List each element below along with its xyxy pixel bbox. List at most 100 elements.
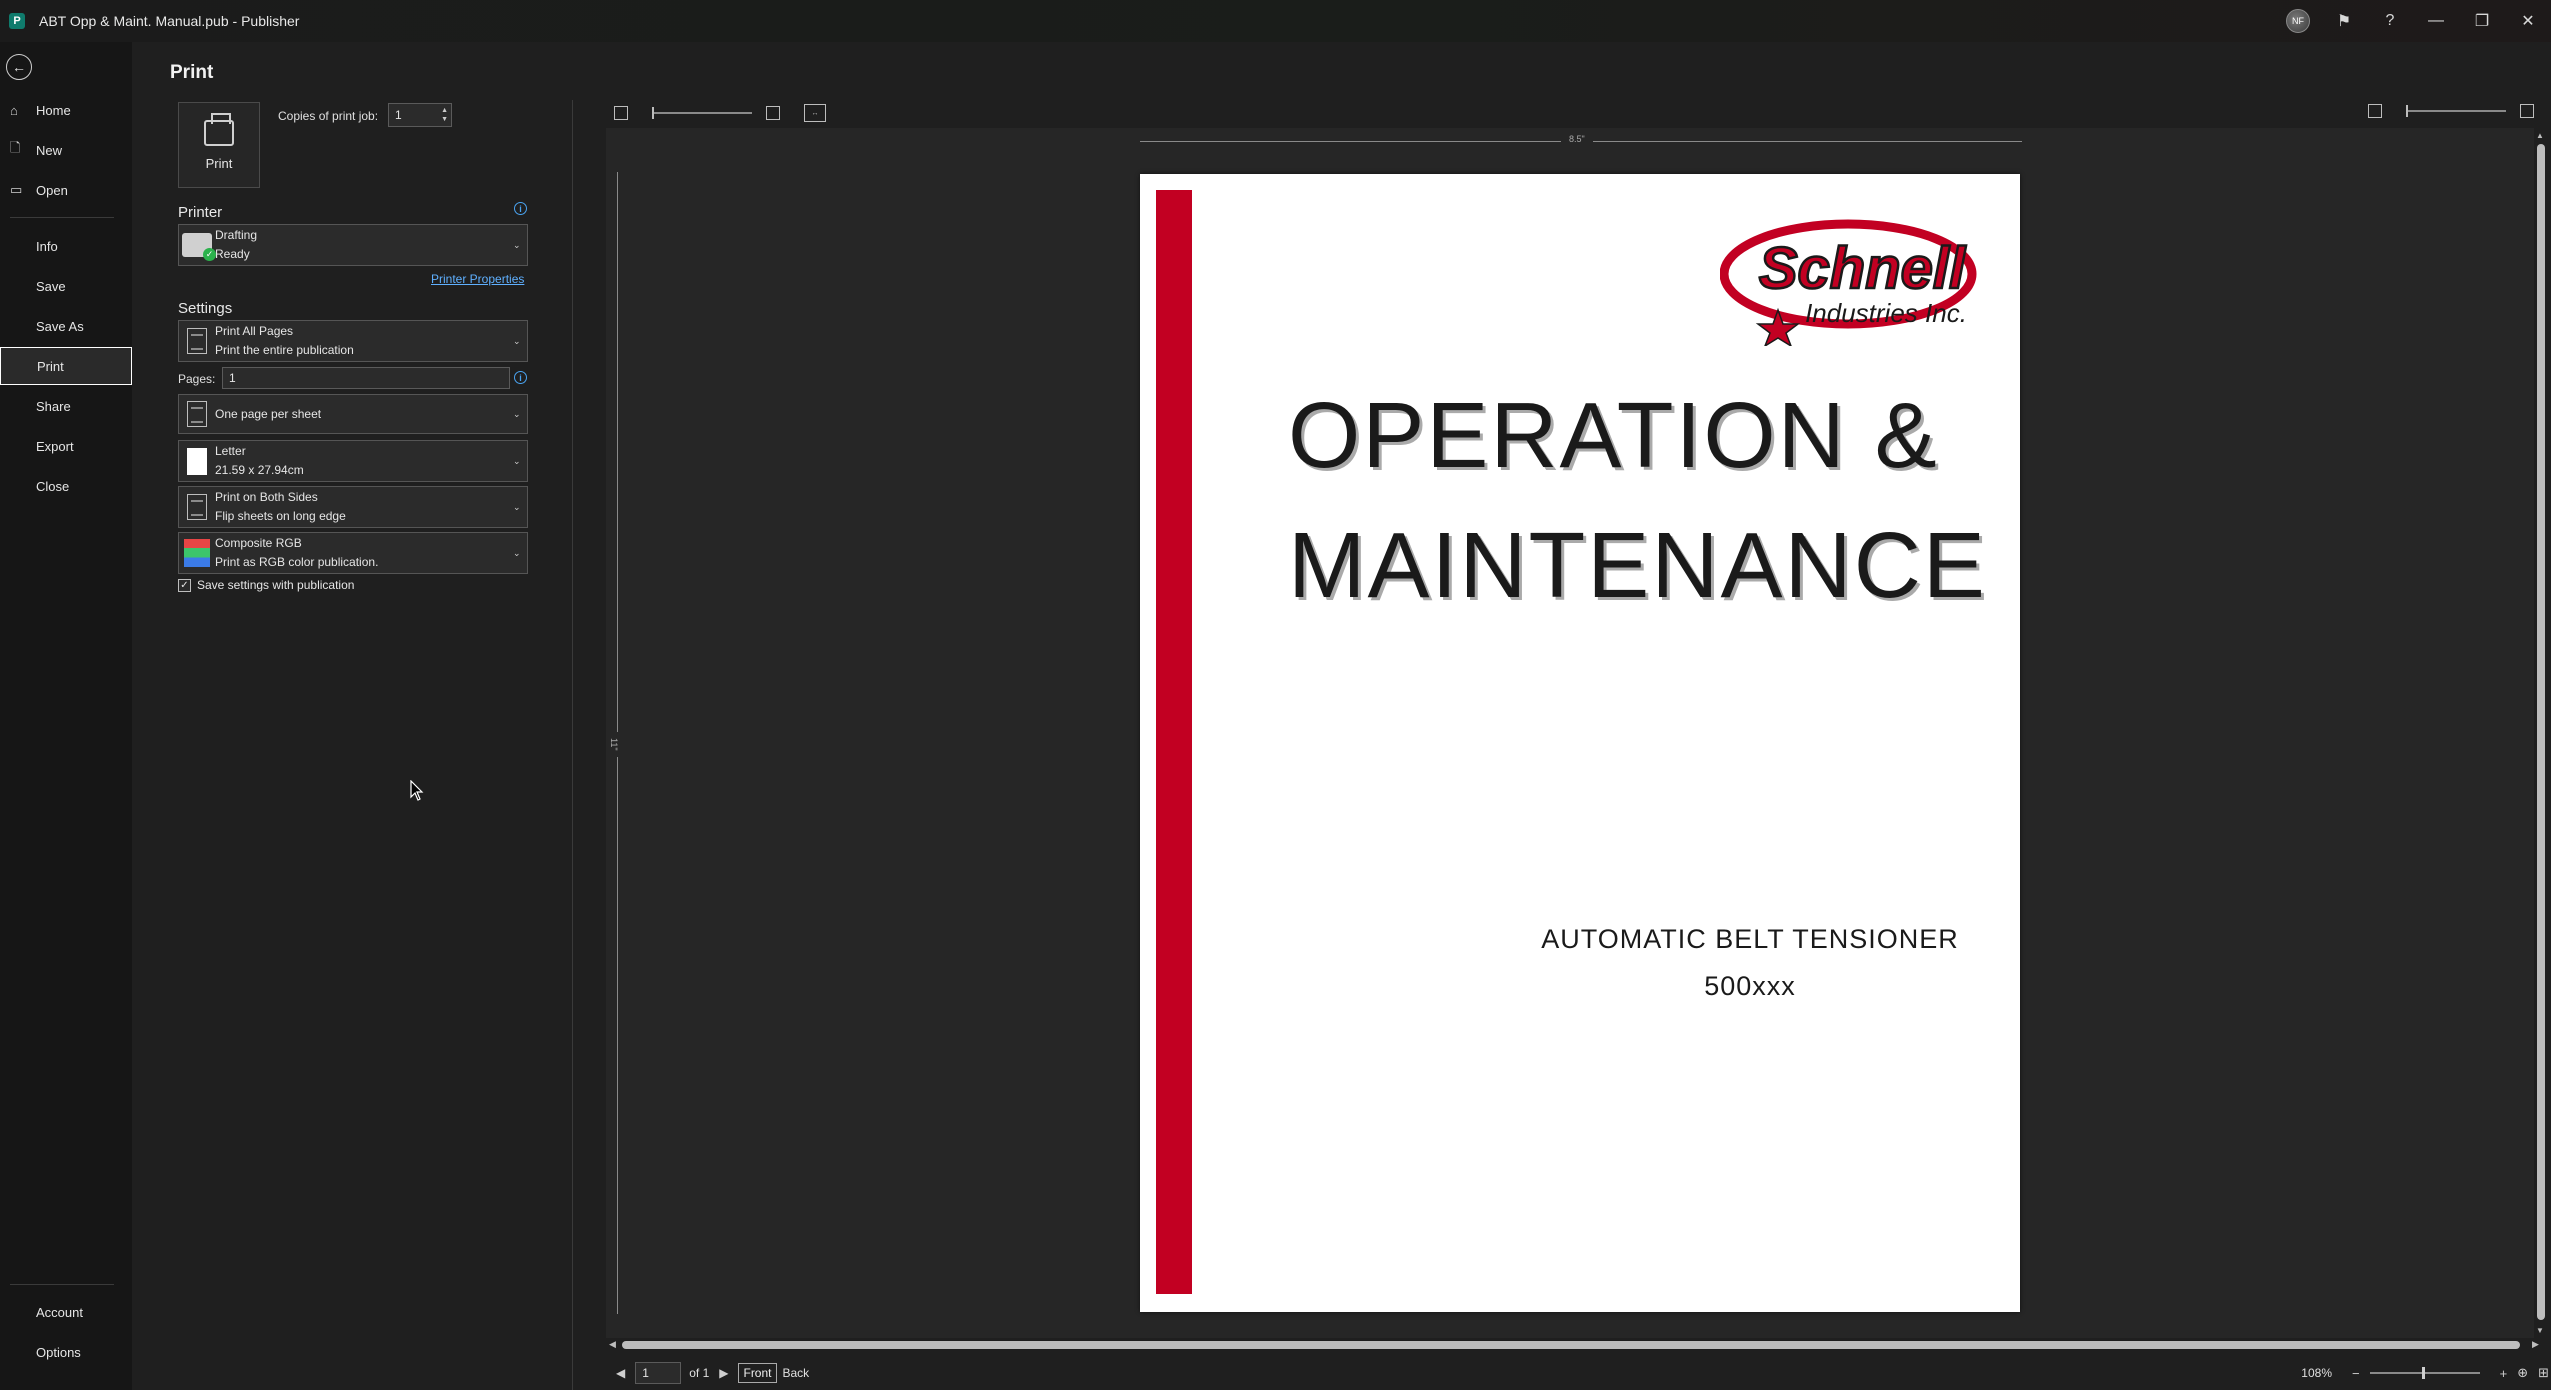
print-range-dropdown[interactable]: Print All Pages Print the entire publica… — [178, 320, 528, 362]
nav-label: Share — [36, 398, 71, 414]
color-mode-dropdown[interactable]: Composite RGB Print as RGB color publica… — [178, 532, 528, 574]
print-range-desc: Print the entire publication — [215, 343, 354, 357]
nav-item-print[interactable]: Print — [0, 347, 132, 385]
nav-label: Save As — [36, 318, 84, 334]
page-title: Print — [170, 62, 214, 83]
pages-input[interactable]: 1 — [222, 367, 510, 389]
nav-item-new[interactable]: 🗋 New — [0, 131, 132, 169]
copies-input[interactable]: 1 ▲ ▼ — [388, 103, 452, 127]
zoom-slider[interactable] — [2369, 1367, 2480, 1379]
page-view-alt-icon[interactable] — [2520, 104, 2534, 118]
fit-page-icon[interactable]: ⊕ — [2517, 1365, 2528, 1381]
scroll-down-icon[interactable]: ▼ — [2536, 1326, 2544, 1335]
scroll-up-icon[interactable]: ▲ — [2536, 131, 2544, 140]
all-pages-icon — [187, 328, 207, 354]
nav-item-home[interactable]: ⌂ Home — [0, 91, 132, 129]
nav-item-save[interactable]: Save — [0, 267, 132, 305]
printer-status: Ready — [215, 247, 250, 261]
multiple-pages-icon[interactable] — [766, 106, 780, 120]
printer-ready-icon — [182, 233, 216, 261]
nav-label: Home — [36, 102, 71, 118]
help-icon[interactable]: ? — [2367, 0, 2413, 42]
new-file-icon: 🗋 — [10, 140, 21, 155]
transparency-slider[interactable] — [2406, 105, 2506, 117]
copies-spinner-icon[interactable]: ▲ ▼ — [441, 106, 448, 124]
page-view-icon[interactable] — [2368, 104, 2382, 118]
nav-divider — [10, 217, 114, 218]
printer-icon — [204, 112, 234, 146]
nav-item-account[interactable]: Account — [0, 1293, 132, 1331]
nav-item-info[interactable]: Info — [0, 227, 132, 265]
nav-item-close[interactable]: Close — [0, 467, 132, 505]
duplex-dropdown[interactable]: Print on Both Sides Flip sheets on long … — [178, 486, 528, 528]
backstage-nav: ← ⌂ Home 🗋 New ▭ Open Info Save Save As … — [0, 42, 132, 1390]
page-number-input[interactable]: 1 — [635, 1362, 682, 1384]
avatar: NF — [2286, 9, 2310, 33]
preview-page: Schnell Industries Inc. OPERATION & MAIN… — [1140, 174, 2020, 1312]
layout-dropdown[interactable]: One page per sheet ⌄ — [178, 394, 528, 434]
horizontal-scrollbar[interactable]: ◀ ▶ — [606, 1338, 2546, 1352]
nav-item-save-as[interactable]: Save As — [0, 307, 132, 345]
back-side-button[interactable]: Back — [783, 1366, 810, 1380]
minimize-icon[interactable]: — — [2413, 0, 2459, 42]
folder-icon: ▭ — [10, 182, 23, 197]
ruler-height-label: 11" — [609, 732, 619, 757]
zoom-level[interactable]: 108% — [2301, 1366, 2332, 1380]
color-desc: Print as RGB color publication. — [215, 555, 379, 569]
close-icon[interactable]: ✕ — [2505, 0, 2551, 42]
nav-item-open[interactable]: ▭ Open — [0, 171, 132, 209]
nav-label: Options — [36, 1344, 81, 1360]
ruler-toggle-icon[interactable]: ↔ — [804, 104, 826, 122]
vertical-scrollbar[interactable]: ▲ ▼ — [2534, 128, 2548, 1338]
panel-divider — [572, 100, 573, 1390]
rgb-color-icon — [184, 539, 210, 567]
feedback-icon[interactable]: ⚑ — [2321, 0, 2367, 42]
page-count: of 1 — [689, 1366, 710, 1380]
one-page-per-sheet-icon — [187, 401, 207, 427]
document-model: 500xxx — [1704, 971, 1796, 1001]
previous-page-icon[interactable]: ◀ — [616, 1366, 625, 1380]
next-page-icon[interactable]: ▶ — [719, 1366, 728, 1380]
title-bar-controls: NF ⚑ ? — ❐ ✕ — [2275, 0, 2551, 42]
restore-icon[interactable]: ❐ — [2459, 0, 2505, 42]
preview-toolbar-right — [2368, 104, 2544, 118]
zoom-out-icon[interactable]: − — [2352, 1366, 2360, 1381]
save-settings-row[interactable]: ✓ Save settings with publication — [178, 578, 354, 592]
nav-item-options[interactable]: Options — [0, 1333, 132, 1371]
front-side-button[interactable]: Front — [738, 1363, 777, 1383]
nav-label: Export — [36, 438, 74, 454]
zoom-in-icon[interactable]: + — [2500, 1366, 2508, 1381]
nav-label: Info — [36, 238, 58, 254]
title-bar: P ABT Opp & Maint. Manual.pub - Publishe… — [0, 0, 2551, 42]
save-settings-checkbox[interactable]: ✓ — [178, 578, 191, 592]
nav-divider — [10, 1284, 114, 1285]
horizontal-scroll-thumb[interactable] — [622, 1341, 2520, 1349]
print-button[interactable]: Print — [178, 102, 260, 188]
paper-size-dropdown[interactable]: Letter 21.59 x 27.94cm ⌄ — [178, 440, 528, 482]
view-multiple-icon[interactable]: ⊞ — [2538, 1365, 2549, 1381]
chevron-down-icon: ⌄ — [513, 501, 521, 512]
mouse-cursor-icon — [410, 780, 424, 801]
printer-info-icon[interactable]: i — [514, 202, 527, 215]
chevron-down-icon: ⌄ — [513, 455, 521, 466]
document-subtitle: AUTOMATIC BELT TENSIONER — [1541, 924, 1959, 954]
nav-label: Open — [36, 182, 68, 198]
copies-label: Copies of print job: — [278, 109, 379, 123]
nav-item-share[interactable]: Share — [0, 387, 132, 425]
account-avatar[interactable]: NF — [2275, 0, 2321, 42]
scroll-left-icon[interactable]: ◀ — [609, 1339, 616, 1350]
pages-info-icon[interactable]: i — [514, 371, 527, 384]
printer-dropdown[interactable]: Drafting Ready ⌄ — [178, 224, 528, 266]
logo-word-secondary: Industries Inc. — [1805, 298, 1967, 328]
scroll-right-icon[interactable]: ▶ — [2532, 1339, 2539, 1350]
single-page-icon[interactable] — [614, 106, 628, 120]
vertical-scroll-thumb[interactable] — [2537, 144, 2545, 1320]
printer-name: Drafting — [215, 228, 258, 242]
nav-label: New — [36, 142, 63, 158]
document-title-line1: OPERATION & — [1288, 383, 1939, 487]
nav-item-export[interactable]: Export — [0, 427, 132, 465]
back-arrow-icon[interactable]: ← — [6, 54, 32, 80]
printer-properties-link[interactable]: Printer Properties — [431, 272, 524, 286]
publisher-logo-icon: P — [9, 13, 25, 29]
pages-slider[interactable] — [652, 107, 752, 119]
